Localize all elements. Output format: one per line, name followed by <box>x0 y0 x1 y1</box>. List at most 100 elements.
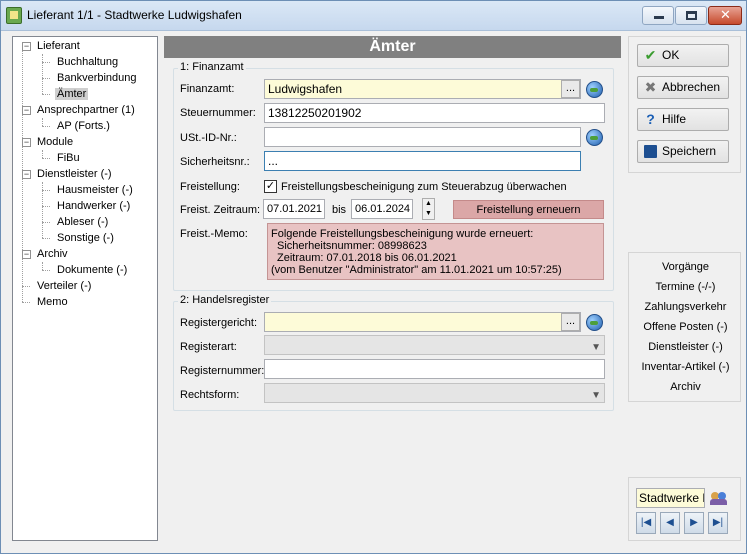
freistellung-erneuern-button[interactable]: Freistellung erneuern <box>453 200 604 219</box>
close-button[interactable]: ✕ <box>708 6 742 25</box>
link-termine[interactable]: Termine (-/-) <box>629 281 742 293</box>
window-title: Lieferant 1/1 - Stadtwerke Ludwigshafen <box>27 8 242 22</box>
tree-item-ableser[interactable]: Ableser (-) <box>57 215 108 230</box>
tree-item-ap-forts[interactable]: AP (Forts.) <box>57 119 110 134</box>
memo-label: Freist.-Memo: <box>180 228 248 240</box>
rechtsform-label: Rechtsform: <box>180 389 240 401</box>
tree-connector <box>42 94 50 95</box>
ustid-field[interactable] <box>264 127 581 147</box>
tree-connector <box>22 302 30 303</box>
navigation-tree: − Lieferant Buchhaltung Bankverbindung Äm… <box>12 36 158 541</box>
collapse-icon[interactable]: − <box>22 106 31 115</box>
next-record-button[interactable]: ▶ <box>684 512 704 534</box>
tree-connector <box>42 118 43 126</box>
freistellung-checkbox-label[interactable]: Freistellungsbescheinigung zum Steuerabz… <box>281 181 567 193</box>
minimize-icon <box>654 16 664 19</box>
spin-down-icon[interactable]: ▼ <box>423 209 434 219</box>
memo-line: Folgende Freistellungsbescheinigung wurd… <box>271 228 534 240</box>
tree-item-memo[interactable]: Memo <box>37 295 68 310</box>
link-inventar-artikel[interactable]: Inventar-Artikel (-) <box>629 361 742 373</box>
tree-item-dienstleister[interactable]: − Dienstleister (-) <box>22 167 112 182</box>
abbrechen-button[interactable]: ✖ Abbrechen <box>637 76 729 99</box>
main-window: Lieferant 1/1 - Stadtwerke Ludwigshafen … <box>0 0 747 554</box>
contacts-icon[interactable] <box>709 488 729 508</box>
tree-item-hausmeister[interactable]: Hausmeister (-) <box>57 183 133 198</box>
collapse-icon[interactable]: − <box>22 42 31 51</box>
prev-record-button[interactable]: ◀ <box>660 512 680 534</box>
app-icon <box>6 7 22 24</box>
chevron-down-icon: ▼ <box>591 390 601 401</box>
save-icon <box>644 145 657 158</box>
tree-connector <box>42 270 50 271</box>
tree-item-archiv[interactable]: − Archiv <box>22 247 68 262</box>
link-zahlungsverkehr[interactable]: Zahlungsverkehr <box>629 301 742 313</box>
ustid-label: USt.-ID-Nr.: <box>180 132 237 144</box>
freistellung-checkbox[interactable]: ✓ <box>264 180 277 193</box>
link-dienstleister[interactable]: Dienstleister (-) <box>629 341 742 353</box>
tree-item-ansprechpartner[interactable]: − Ansprechpartner (1) <box>22 103 135 118</box>
globe-icon[interactable] <box>586 81 603 98</box>
sicherheitsnr-label: Sicherheitsnr.: <box>180 156 250 168</box>
maximize-icon <box>686 11 697 20</box>
sicherheitsnr-field[interactable]: ... <box>264 151 581 171</box>
tree-connector <box>42 206 50 207</box>
last-record-button[interactable]: ▶| <box>708 512 728 534</box>
tree-item-aemter[interactable]: Ämter <box>55 87 89 102</box>
finanzamt-lookup-button[interactable]: ... <box>561 80 580 98</box>
zeitraum-spinner[interactable]: ▲ ▼ <box>422 198 435 220</box>
maximize-button[interactable] <box>675 6 707 25</box>
chevron-down-icon: ▼ <box>591 342 601 353</box>
ok-button[interactable]: ✔ OK <box>637 44 729 67</box>
tree-item-bankverbindung[interactable]: Bankverbindung <box>57 71 137 86</box>
tree-item-dokumente[interactable]: Dokumente (-) <box>57 263 127 278</box>
finanzamt-field[interactable]: Ludwigshafen <box>264 79 581 99</box>
main-content: Ämter 1: Finanzamt Finanzamt: Ludwigshaf… <box>164 36 621 541</box>
first-record-button[interactable]: |◀ <box>636 512 656 534</box>
rechtsform-select[interactable]: ▼ <box>264 383 605 403</box>
tree-item-fibu[interactable]: FiBu <box>57 151 80 166</box>
tree-item-buchhaltung[interactable]: Buchhaltung <box>57 55 118 70</box>
cancel-icon: ✖ <box>644 79 657 95</box>
zeitraum-from-field[interactable]: 07.01.2021 <box>263 199 325 219</box>
minimize-button[interactable] <box>642 6 674 25</box>
tree-connector <box>42 150 43 158</box>
action-buttons-panel: ✔ OK ✖ Abbrechen ? Hilfe Speichern <box>628 36 741 173</box>
tree-item-verteiler[interactable]: Verteiler (-) <box>37 279 91 294</box>
freistellung-memo[interactable]: Folgende Freistellungsbescheinigung wurd… <box>267 223 604 280</box>
zeitraum-bis-label: bis <box>332 204 347 216</box>
registernummer-label: Registernummer: <box>180 365 265 377</box>
tree-connector <box>42 54 43 94</box>
link-vorgaenge[interactable]: Vorgänge <box>629 261 742 273</box>
collapse-icon[interactable]: − <box>22 138 31 147</box>
globe-icon[interactable] <box>586 314 603 331</box>
spin-up-icon[interactable]: ▲ <box>423 199 434 209</box>
freistellung-label: Freistellung: <box>180 181 240 193</box>
collapse-icon[interactable]: − <box>22 250 31 259</box>
hilfe-button[interactable]: ? Hilfe <box>637 108 729 131</box>
tree-item-handwerker[interactable]: Handwerker (-) <box>57 199 130 214</box>
tree-item-module[interactable]: − Module <box>22 135 73 150</box>
tree-item-lieferant[interactable]: − Lieferant <box>22 39 80 54</box>
tree-connector <box>42 78 50 79</box>
registergericht-lookup-button[interactable]: ... <box>561 313 580 331</box>
handelsregister-group-title: 2: Handelsregister <box>178 294 272 306</box>
tree-connector <box>42 262 43 270</box>
speichern-button[interactable]: Speichern <box>637 140 729 163</box>
steuernummer-label: Steuernummer: <box>180 107 256 119</box>
memo-line: (vom Benutzer "Administrator" am 11.01.2… <box>271 264 562 276</box>
tree-connector <box>42 222 50 223</box>
registergericht-field[interactable] <box>264 312 581 332</box>
finanzamt-label: Finanzamt: <box>180 83 235 95</box>
link-archiv[interactable]: Archiv <box>629 381 742 393</box>
collapse-icon[interactable]: − <box>22 170 31 179</box>
link-offene-posten[interactable]: Offene Posten (-) <box>629 321 742 333</box>
record-selector-field[interactable]: Stadtwerke L <box>636 488 705 508</box>
tree-item-sonstige[interactable]: Sonstige (-) <box>57 231 114 246</box>
close-icon: ✕ <box>720 8 731 23</box>
tree-connector <box>42 190 50 191</box>
registerart-select[interactable]: ▼ <box>264 335 605 355</box>
globe-icon[interactable] <box>586 129 603 146</box>
registernummer-field[interactable] <box>264 359 605 379</box>
steuernummer-field[interactable]: 13812250201902 <box>264 103 605 123</box>
zeitraum-to-field[interactable]: 06.01.2024 <box>351 199 413 219</box>
